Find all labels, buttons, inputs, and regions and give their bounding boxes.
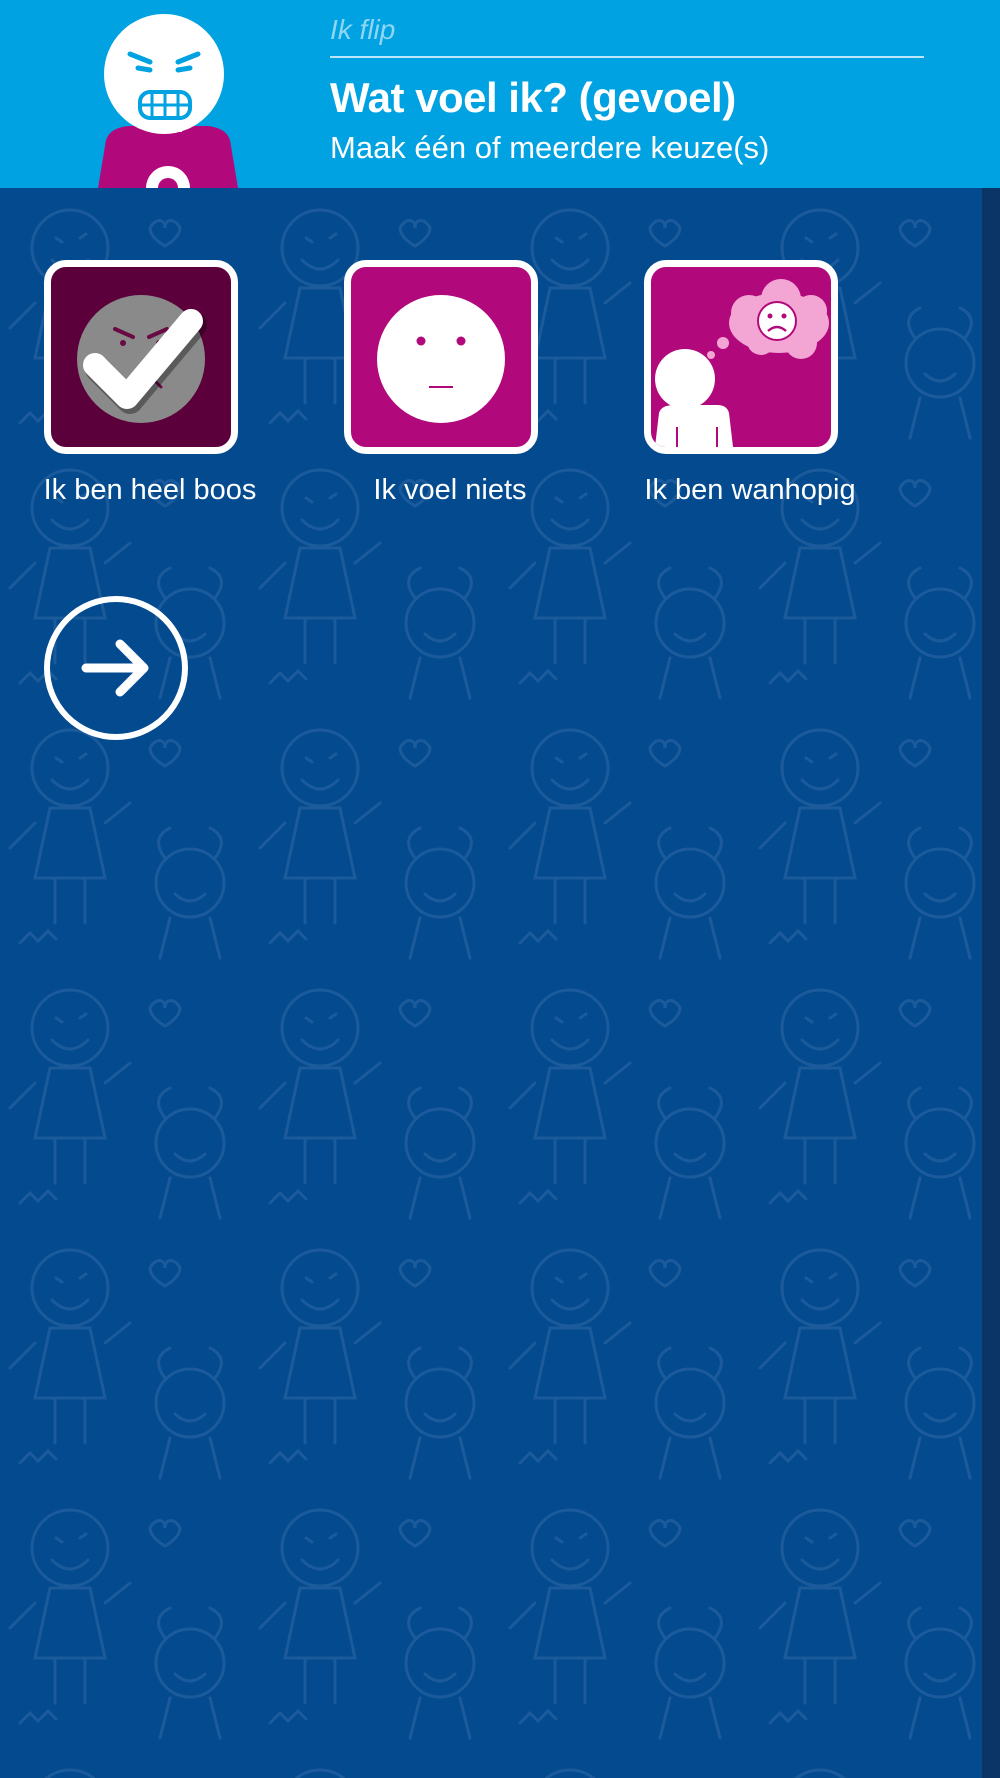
arrow-right-icon — [81, 639, 149, 697]
choice-tile[interactable] — [644, 260, 838, 454]
choice-tile[interactable] — [344, 260, 538, 454]
scrollbar[interactable] — [982, 188, 1000, 1778]
check-mark-icon — [83, 309, 207, 414]
sad-thought-person-icon — [655, 279, 829, 447]
header-bar: Ik flip Wat voel ik? (gevoel) Maak één o… — [0, 0, 1000, 188]
header-divider — [330, 56, 924, 58]
choice-label: Ik ben wanhopig — [644, 474, 856, 506]
choice-tile[interactable] — [44, 260, 238, 454]
page-title: Wat voel ik? (gevoel) — [330, 74, 736, 121]
choice-label: Ik ben heel boos — [43, 474, 257, 506]
angry-child-avatar-icon — [98, 14, 238, 188]
next-button[interactable] — [44, 596, 188, 740]
choice-label: Ik voel niets — [373, 474, 527, 506]
app-name: Ik flip — [330, 14, 396, 45]
neutral-face-icon — [377, 295, 505, 423]
page-subtitle: Maak één of meerdere keuze(s) — [330, 130, 770, 165]
